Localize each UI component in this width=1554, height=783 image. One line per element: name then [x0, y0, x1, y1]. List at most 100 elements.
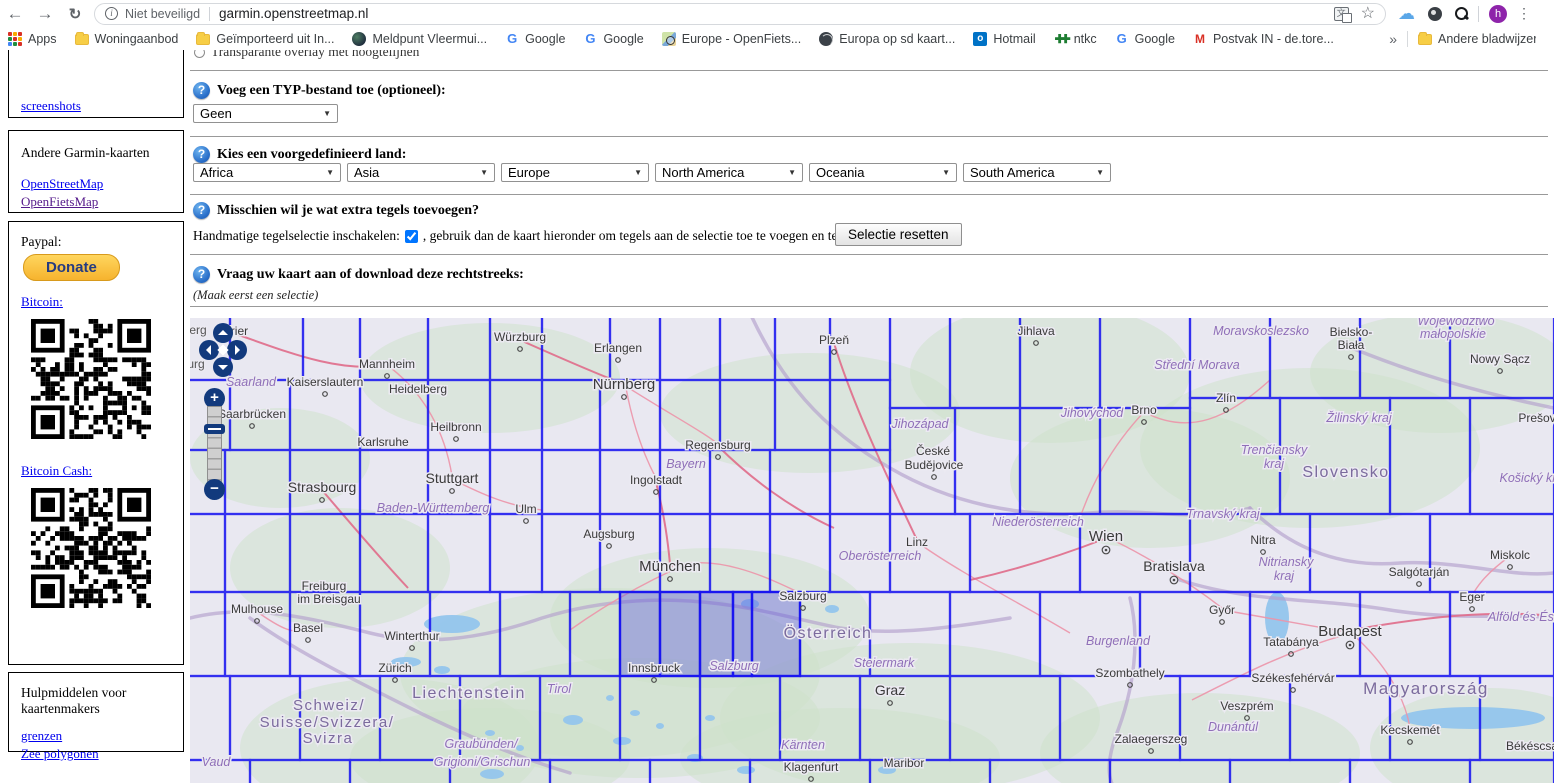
map-label: Kärnten: [781, 738, 825, 752]
bookmark-label: Geïmporteerd uit In...: [216, 32, 334, 46]
bookmarks-overflow-chevron[interactable]: »: [1389, 31, 1397, 47]
map-label: Székesfehérvár: [1251, 671, 1334, 685]
bookmark-item[interactable]: oHotmail: [973, 32, 1035, 46]
map-label: Schweiz/: [293, 697, 365, 714]
bookmark-star-icon[interactable]: ☆: [1361, 6, 1375, 22]
overlay-radio[interactable]: [194, 50, 205, 58]
map-label: Budějovice: [905, 458, 964, 472]
map-label: Niederösterreich: [992, 515, 1084, 529]
help-icon[interactable]: ?: [193, 82, 210, 99]
map-label: Baden-Württemberg: [377, 501, 490, 515]
page-content: screenshots Andere Garmin-kaarten OpenSt…: [0, 50, 1554, 783]
map-label: Tatabánya: [1263, 635, 1319, 649]
donate-button[interactable]: Donate: [23, 254, 120, 281]
chevron-down-icon: ▼: [942, 168, 950, 177]
bookmark-item[interactable]: MPostvak IN - de.tore...: [1193, 32, 1334, 46]
map-label: Košický kr: [1500, 471, 1554, 485]
bookmark-item[interactable]: Europe - OpenFiets...: [662, 32, 802, 46]
country-select-europe[interactable]: Europe▼: [501, 163, 649, 182]
bitcoin-cash-link[interactable]: Bitcoin Cash:: [21, 463, 92, 478]
help-icon[interactable]: ?: [193, 266, 210, 283]
menu-kebab-icon[interactable]: ⋮: [1517, 5, 1531, 22]
other-bookmarks-folder[interactable]: Andere bladwijzer: [1418, 32, 1536, 46]
country-select-africa[interactable]: Africa▼: [193, 163, 341, 182]
typ-select[interactable]: Geen ▼: [193, 104, 338, 123]
folder-icon: [75, 34, 89, 45]
grenzen-link[interactable]: grenzen: [21, 728, 62, 743]
bookmark-item[interactable]: ✚✚ntkc: [1054, 32, 1097, 46]
zoom-slider-track[interactable]: [207, 406, 222, 484]
info-icon[interactable]: i: [105, 7, 118, 20]
bookmark-item[interactable]: Geïmporteerd uit In...: [196, 32, 334, 46]
cloud-extension-icon[interactable]: ☁: [1398, 7, 1415, 21]
search-extension-icon[interactable]: [1455, 7, 1468, 20]
checkbox-label: Handmatige tegelselectie inschakelen:: [193, 228, 400, 244]
url-text: garmin.openstreetmap.nl: [219, 6, 368, 21]
zee-polygonen-link[interactable]: Zee polygonen: [21, 746, 99, 761]
profile-avatar[interactable]: h: [1489, 5, 1507, 23]
pan-up-button[interactable]: [213, 323, 233, 343]
bookmark-item[interactable]: Apps: [8, 32, 57, 46]
map-label: Augsburg: [583, 527, 634, 541]
bookmark-item[interactable]: Europa op sd kaart...: [819, 32, 955, 46]
main-content: Transparante overlay met hoogtelijnen ? …: [190, 50, 1554, 783]
map-tile[interactable]: [490, 514, 542, 592]
screenshots-link[interactable]: screenshots: [21, 98, 81, 113]
map-label: Liechtenstein: [412, 685, 526, 702]
bookmark-item[interactable]: GGoogle: [583, 32, 643, 46]
address-bar[interactable]: i Niet beveiligd garmin.openstreetmap.nl…: [94, 3, 1386, 25]
map-label: Heilbronn: [430, 420, 481, 434]
reset-selection-button[interactable]: Selectie resetten: [835, 223, 962, 246]
pan-left-button[interactable]: [199, 340, 219, 360]
bookmark-item[interactable]: Meldpunt Vleermui...: [352, 32, 487, 46]
map-tile[interactable]: [190, 514, 225, 592]
country-select-south-america[interactable]: South America▼: [963, 163, 1111, 182]
map-label: Békéscsa: [1506, 739, 1554, 753]
country-select-oceania[interactable]: Oceania▼: [809, 163, 957, 182]
map-label: Trnavský kraj: [1186, 507, 1261, 521]
help-icon[interactable]: ?: [193, 146, 210, 163]
bitcoin-link[interactable]: Bitcoin:: [21, 294, 63, 309]
back-button[interactable]: ←: [0, 2, 30, 26]
map-tile[interactable]: [1450, 592, 1554, 676]
map-label: Bielsko-: [1330, 325, 1373, 339]
bookmark-item[interactable]: GGoogle: [505, 32, 565, 46]
map-label: České: [916, 443, 950, 458]
zoom-slider-handle[interactable]: [204, 424, 225, 434]
pan-down-button[interactable]: [213, 357, 233, 377]
reload-button[interactable]: ↻: [60, 2, 90, 26]
map-canvas: ergurgTrierMannheimKaiserslauternHeidelb…: [190, 318, 1554, 783]
map-label: Österreich: [784, 624, 873, 642]
bookmark-label: Hotmail: [993, 32, 1035, 46]
bookmark-label: Google: [603, 32, 643, 46]
zoom-out-button[interactable]: −: [204, 479, 225, 500]
country-select-asia[interactable]: Asia▼: [347, 163, 495, 182]
bookmark-item[interactable]: Woningaanbod: [75, 32, 179, 46]
map-label: Győr: [1209, 603, 1235, 617]
country-select-north-america[interactable]: North America▼: [655, 163, 803, 182]
map-label: Salzburg: [779, 589, 826, 603]
map-label: Zürich: [378, 661, 411, 675]
tile-selection-map[interactable]: ergurgTrierMannheimKaiserslauternHeidelb…: [190, 318, 1554, 783]
map-label: Klagenfurt: [784, 760, 839, 774]
sidebar-box-other-maps: Andere Garmin-kaarten OpenStreetMap Open…: [8, 130, 184, 213]
map-tile[interactable]: [190, 676, 230, 760]
map-label: Magyarország: [1363, 679, 1489, 698]
globe-extension-icon[interactable]: [1428, 7, 1442, 21]
map-tile[interactable]: [190, 592, 225, 676]
pan-right-button[interactable]: [227, 340, 247, 360]
openstreetmap-link[interactable]: OpenStreetMap: [21, 176, 103, 191]
map-tile[interactable]: [542, 450, 600, 514]
bookmark-item[interactable]: GGoogle: [1115, 32, 1175, 46]
map-tile[interactable]: [303, 318, 360, 380]
folder-icon: [196, 34, 210, 45]
forward-button[interactable]: →: [30, 2, 60, 26]
openfietsmap-link[interactable]: OpenFietsMap: [21, 194, 98, 209]
help-icon[interactable]: ?: [193, 202, 210, 219]
translate-icon[interactable]: 文: [1334, 7, 1349, 21]
map-label: Svizra: [303, 730, 354, 747]
map-label: Freiburg: [302, 579, 347, 593]
manual-selection-checkbox[interactable]: [405, 230, 418, 243]
map-label: Veszprém: [1220, 699, 1273, 713]
map-label: Žilinský kraj: [1325, 410, 1393, 425]
